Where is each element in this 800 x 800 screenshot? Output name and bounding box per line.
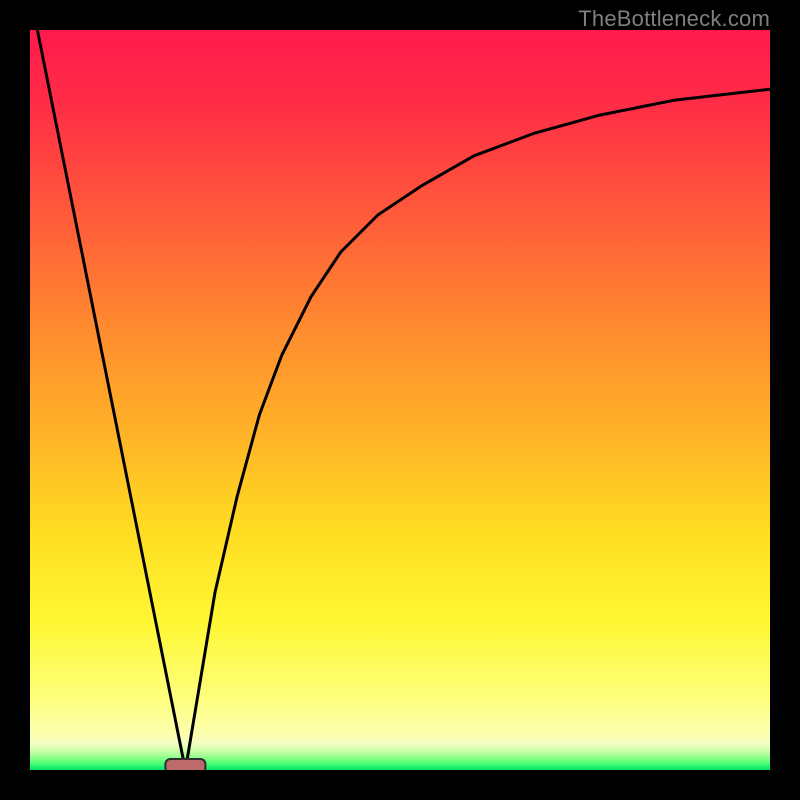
chart-frame: TheBottleneck.com [0,0,800,800]
plot-area [30,30,770,770]
background-gradient [30,30,770,770]
watermark-text: TheBottleneck.com [578,6,770,32]
